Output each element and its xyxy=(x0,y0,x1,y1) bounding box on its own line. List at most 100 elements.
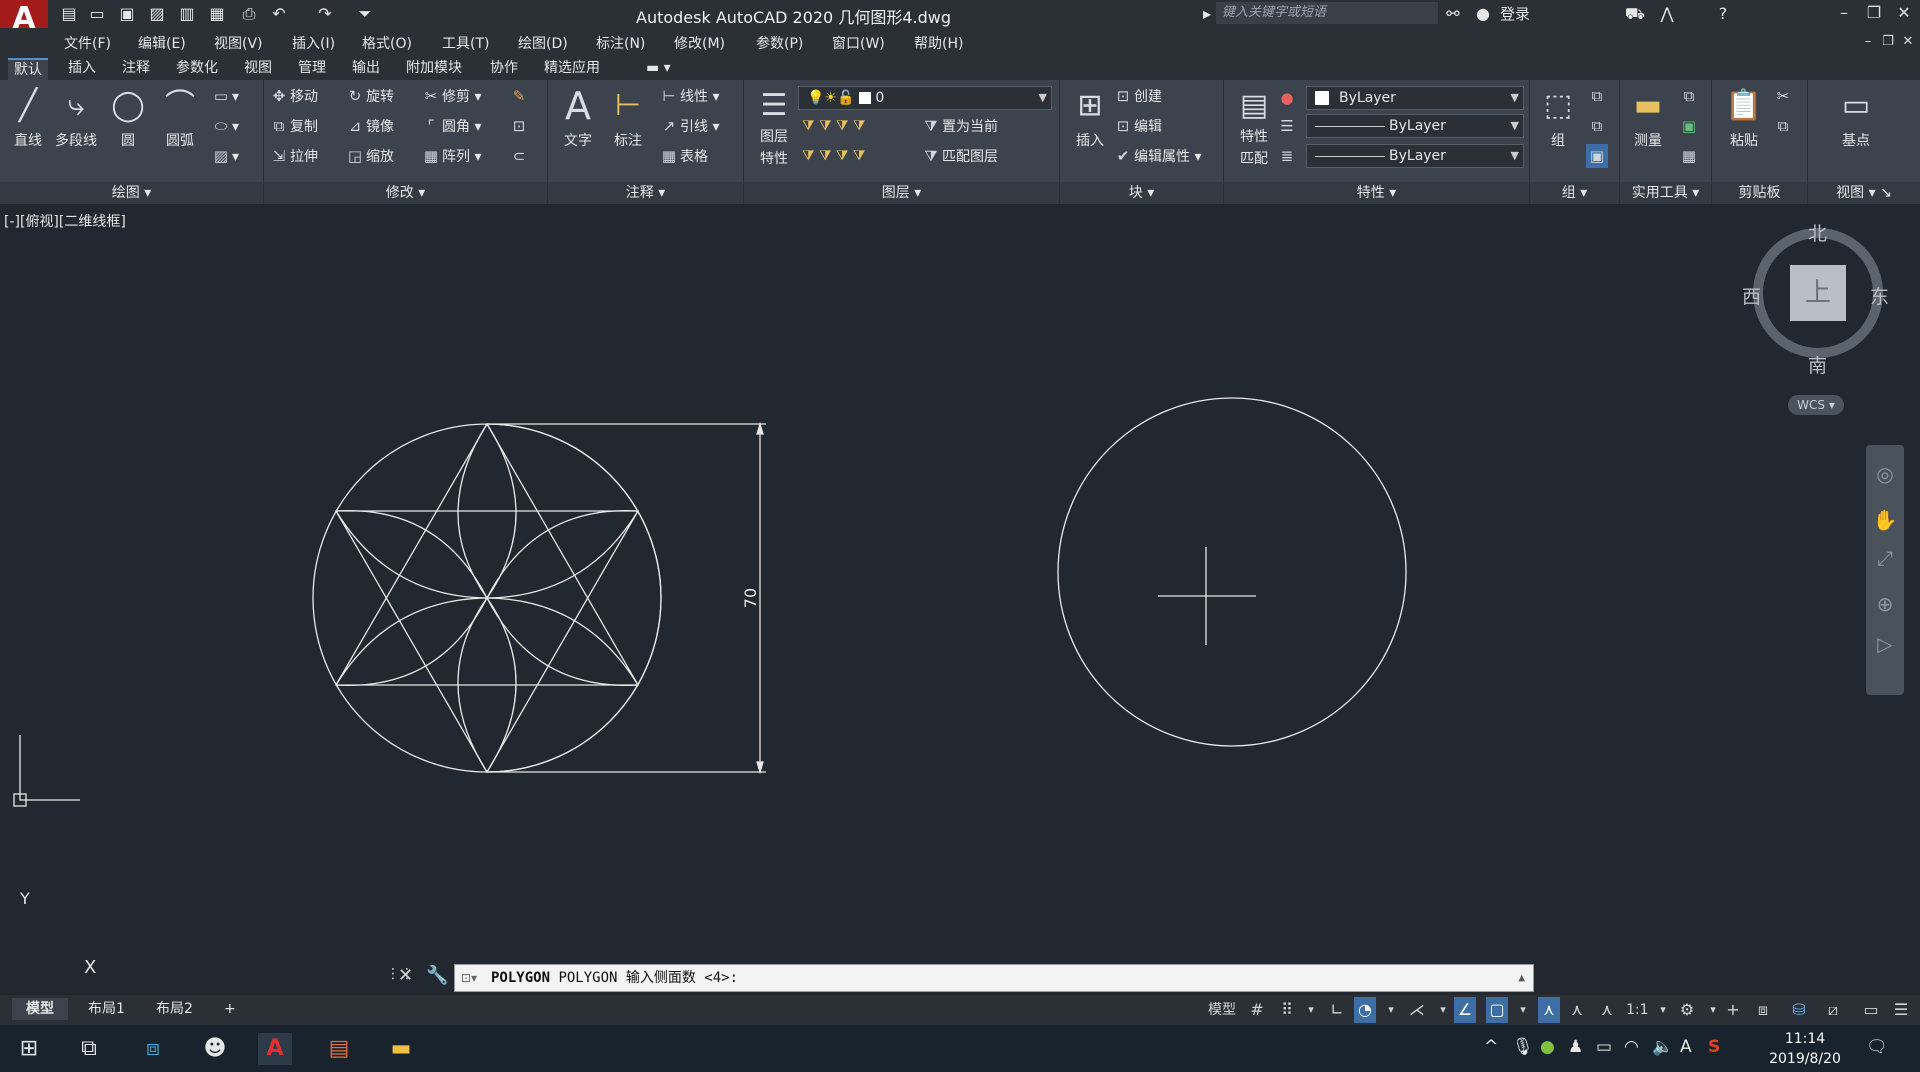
annotation-monitor-icon[interactable]: + xyxy=(1722,997,1744,1023)
tray-expand-icon[interactable]: ^ xyxy=(1484,1037,1498,1057)
tab-addins[interactable]: 附加模块 xyxy=(400,58,468,80)
linetype-dropdown[interactable]: ByLayer ▼ xyxy=(1306,114,1524,138)
cut-button[interactable]: ✂ xyxy=(1772,84,1794,108)
move-button[interactable]: ✥ 移动 xyxy=(268,84,318,108)
taskbar-app-icon[interactable]: ⧈ xyxy=(136,1033,170,1065)
mirror-button[interactable]: ⊿ 镜像 xyxy=(344,114,394,138)
command-history-icon[interactable]: ⊡▾ xyxy=(461,965,477,991)
explode-button[interactable]: ⊡ xyxy=(508,114,530,138)
copy-clip-button[interactable]: ⧉ xyxy=(1772,114,1794,138)
menu-tools[interactable]: 工具(T) xyxy=(442,33,489,53)
group-edit-button[interactable]: ⧉ xyxy=(1586,114,1608,138)
group-button[interactable]: ⬚ 组 xyxy=(1532,86,1584,150)
layout-tab-2[interactable]: 布局2 xyxy=(142,998,207,1020)
tray-app-icon[interactable]: ● xyxy=(1540,1037,1555,1057)
draw-panel-title[interactable]: 绘图 ▾ xyxy=(0,182,263,204)
text-button[interactable]: A 文字 xyxy=(552,86,604,150)
tab-featured-apps[interactable]: 精选应用 xyxy=(538,58,606,80)
leader-button[interactable]: ↗ 引线 ▾ xyxy=(658,114,720,138)
publish-icon[interactable]: ▦ xyxy=(206,3,228,25)
line-button[interactable]: ╱ 直线 xyxy=(2,86,54,150)
polar-tracking-icon[interactable]: ◔ xyxy=(1354,997,1376,1023)
viewcube-west[interactable]: 西 xyxy=(1742,282,1761,309)
object-snap-tracking-icon[interactable]: ∠ xyxy=(1454,997,1476,1023)
plot-preview-icon[interactable]: ▥ xyxy=(176,3,198,25)
stretch-button[interactable]: ⇲ 拉伸 xyxy=(268,144,318,168)
open-file-icon[interactable]: ▭ xyxy=(86,3,108,25)
rotate-button[interactable]: ↻ 旋转 xyxy=(344,84,394,108)
isodraft-menu-icon[interactable]: ▾ xyxy=(1432,997,1454,1023)
set-current-button[interactable]: ⧩ 置为当前 xyxy=(920,114,998,138)
menu-insert[interactable]: 插入(I) xyxy=(292,33,335,53)
clock-date[interactable]: 2019/8/20 xyxy=(1760,1051,1850,1067)
user-icon[interactable]: ● xyxy=(1472,3,1494,25)
tab-collaborate[interactable]: 协作 xyxy=(484,58,524,80)
annotation-scale-value[interactable]: 1:1 xyxy=(1626,997,1649,1023)
taskbar-powerpoint-icon[interactable]: ▤ xyxy=(322,1033,356,1065)
windows-start-icon[interactable]: ⊞ xyxy=(12,1033,46,1065)
auto-scale-icon[interactable]: ⋏ xyxy=(1566,997,1588,1023)
groups-panel-title[interactable]: 组 ▾ xyxy=(1530,182,1619,204)
notification-center-icon[interactable]: 🗨 xyxy=(1866,1037,1888,1057)
layer-properties-button[interactable]: ☰ 图层 特性 xyxy=(748,86,800,168)
wifi-icon[interactable]: ◠ xyxy=(1624,1037,1639,1057)
menu-file[interactable]: 文件(F) xyxy=(64,33,111,53)
menu-draw[interactable]: 绘图(D) xyxy=(518,33,568,53)
layout-tab-model[interactable]: 模型 xyxy=(12,998,68,1020)
ribbon-options-icon[interactable]: ▬ ▾ xyxy=(640,58,677,80)
annotation-scale-icon[interactable]: ⋏ xyxy=(1596,997,1618,1023)
table-button[interactable]: ▦ 表格 xyxy=(658,144,708,168)
close-button[interactable]: ✕ xyxy=(1892,1,1916,25)
viewcube-top-face[interactable]: 上 xyxy=(1790,265,1846,321)
ime-icon[interactable]: A xyxy=(1680,1037,1692,1057)
group-selection-toggle[interactable]: ▣ xyxy=(1586,144,1608,168)
utilities-panel-title[interactable]: 实用工具 ▾ xyxy=(1620,182,1711,204)
quick-select-button[interactable]: ⧉ xyxy=(1678,84,1700,108)
battery-icon[interactable]: ▭ xyxy=(1596,1037,1612,1057)
command-history-toggle[interactable]: ▲ xyxy=(1518,965,1525,991)
snap-icon[interactable]: ⠿ xyxy=(1276,997,1298,1023)
sogou-icon[interactable]: S xyxy=(1708,1037,1720,1057)
rectangle-button[interactable]: ▭ ▾ xyxy=(210,84,239,108)
tab-insert[interactable]: 插入 xyxy=(62,58,102,80)
qq-icon[interactable]: ♟ xyxy=(1568,1037,1583,1057)
zoom-extents-icon[interactable]: ⤢ xyxy=(1872,545,1898,571)
new-file-icon[interactable]: ▤ xyxy=(58,3,80,25)
ellipse-button[interactable]: ⬭ ▾ xyxy=(210,114,239,138)
select-all-button[interactable]: ▣ xyxy=(1678,114,1700,138)
redo-icon[interactable]: ↷ xyxy=(314,3,336,25)
layout-tab-1[interactable]: 布局1 xyxy=(74,998,139,1020)
insert-block-button[interactable]: ⊞ 插入 xyxy=(1064,86,1116,150)
tab-view[interactable]: 视图 xyxy=(238,58,278,80)
clipboard-panel-title[interactable]: 剪贴板 xyxy=(1712,182,1807,204)
offset-button[interactable]: ⊂ xyxy=(508,144,530,168)
workspace-menu-icon[interactable]: ▾ xyxy=(1702,997,1724,1023)
taskbar-avatar-icon[interactable]: ☻ xyxy=(198,1033,232,1065)
tab-default[interactable]: 默认 xyxy=(8,58,48,80)
copy-button[interactable]: ⧉ 复制 xyxy=(268,114,318,138)
clean-screen-icon[interactable]: ▭ xyxy=(1860,997,1882,1023)
command-input[interactable]: ⊡▾ POLYGON POLYGON 输入侧面数 <4>: ▲ xyxy=(454,964,1534,992)
cart-icon[interactable]: ⛟ xyxy=(1624,3,1646,25)
lineweight-dropdown[interactable]: ByLayer ▼ xyxy=(1306,144,1524,168)
units-icon[interactable]: ⧈ xyxy=(1752,997,1774,1023)
layers-panel-title[interactable]: 图层 ▾ xyxy=(744,182,1059,204)
ungroup-button[interactable]: ⧉ xyxy=(1586,84,1608,108)
save-as-icon[interactable]: ▨ xyxy=(146,3,168,25)
command-close-icon[interactable]: ✕ xyxy=(398,965,413,986)
undo-icon[interactable]: ↶ xyxy=(268,3,290,25)
layer-tools-row-2[interactable]: ⧩ ⧩ ⧩ ⧩ xyxy=(802,144,865,168)
doc-close-button[interactable]: ✕ xyxy=(1896,30,1920,54)
isodraft-icon[interactable]: ⋌ xyxy=(1406,997,1428,1023)
save-icon[interactable]: ▣ xyxy=(116,3,138,25)
scale-button[interactable]: ◲ 缩放 xyxy=(344,144,394,168)
properties-panel-title[interactable]: 特性 ▾ xyxy=(1224,182,1529,204)
dimension-button[interactable]: ⊢ 标注 xyxy=(602,86,654,150)
create-block-button[interactable]: ⊡ 创建 xyxy=(1112,84,1162,108)
circle-button[interactable]: ◯ 圆 xyxy=(102,86,154,150)
layer-tools-row-1[interactable]: ⧩ ⧩ ⧩ ⧩ xyxy=(802,114,865,138)
add-layout-button[interactable]: + xyxy=(210,998,250,1020)
menu-parametric[interactable]: 参数(P) xyxy=(756,33,803,53)
workspace-gear-icon[interactable]: ⚙ xyxy=(1676,997,1698,1023)
measure-button[interactable]: ▬ 测量 xyxy=(1622,86,1674,150)
